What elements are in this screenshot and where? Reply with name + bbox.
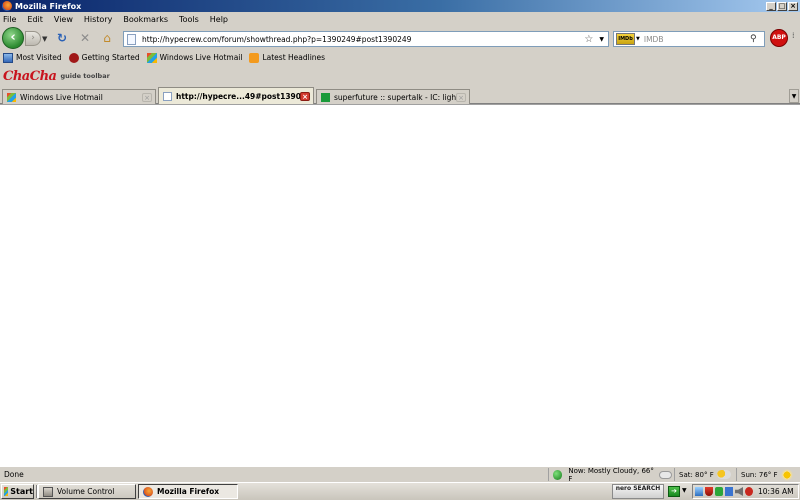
- bookmark-label: Getting Started: [81, 53, 140, 62]
- firefox-icon: [143, 486, 153, 497]
- network-icon[interactable]: [695, 487, 703, 496]
- globe-icon: [553, 469, 563, 480]
- search-input[interactable]: IMDB: [644, 35, 750, 44]
- bookmark-latest-headlines[interactable]: Latest Headlines: [249, 52, 326, 63]
- bookmark-windows-live-hotmail[interactable]: Windows Live Hotmail: [146, 52, 243, 63]
- page-icon: [163, 91, 172, 101]
- windows-taskbar: Start Volume Control Mozilla Firefox ner…: [0, 482, 800, 500]
- search-box[interactable]: IMDb ▼ IMDB ⚲: [613, 31, 765, 47]
- tab-close-icon[interactable]: ×: [142, 92, 152, 102]
- reload-icon[interactable]: ↻: [55, 32, 69, 45]
- url-text[interactable]: http://hypecrew.com/forum/showthread.php…: [142, 35, 584, 44]
- weather-now-text: Now: Mostly Cloudy, 66° F: [568, 466, 654, 483]
- chacha-subtitle: guide toolbar: [60, 72, 110, 80]
- menu-bar: File Edit View History Bookmarks Tools H…: [0, 12, 800, 26]
- home-icon[interactable]: ⌂: [100, 32, 114, 45]
- task-label: Volume Control: [57, 487, 115, 496]
- volume-control-icon: [43, 486, 53, 497]
- status-text: Done: [4, 470, 24, 479]
- bookmark-label: Most Visited: [16, 53, 62, 62]
- list-all-tabs-icon[interactable]: ▼: [789, 89, 799, 103]
- start-button[interactable]: Start: [1, 484, 34, 499]
- nero-search-box[interactable]: nero SEARCH: [612, 484, 664, 499]
- navigation-toolbar: ‹ › ▼ ↻ ✕ ⌂ http://hypecrew.com/forum/sh…: [0, 26, 800, 50]
- update-icon[interactable]: [715, 487, 723, 496]
- chacha-toolbar: ChaCha guide toolbar: [0, 65, 800, 87]
- volume-icon[interactable]: [735, 487, 743, 496]
- windows-live-icon: [146, 52, 157, 63]
- rss-feed-icon: [249, 52, 260, 63]
- weather-sat-text: Sat: 80° F: [679, 470, 714, 479]
- menu-edit[interactable]: Edit: [27, 15, 43, 24]
- bookmark-label: Latest Headlines: [262, 53, 326, 62]
- go-arrow-icon[interactable]: ➔: [668, 486, 680, 497]
- tab-label: Windows Live Hotmail: [20, 92, 103, 102]
- bookmarks-toolbar: Most Visited Getting Started Windows Liv…: [0, 50, 800, 65]
- menu-history[interactable]: History: [84, 15, 112, 24]
- superfuture-icon: [321, 92, 330, 102]
- window-title: Mozilla Firefox: [15, 1, 82, 11]
- cloud-icon: [658, 470, 672, 479]
- search-engine-icon[interactable]: IMDb: [616, 33, 635, 45]
- window-controls: _ □ ×: [766, 1, 798, 11]
- menu-file[interactable]: File: [3, 15, 16, 24]
- sunny-icon: [780, 468, 793, 481]
- weather-saturday[interactable]: Sat: 80° F: [674, 468, 734, 481]
- weather-sun-text: Sun: 76° F: [741, 470, 778, 479]
- windows-live-icon: [7, 92, 16, 102]
- chacha-logo[interactable]: ChaCha: [3, 69, 57, 84]
- status-bar: Done Now: Mostly Cloudy, 66° F Sat: 80° …: [0, 466, 800, 483]
- menu-bookmarks[interactable]: Bookmarks: [123, 15, 168, 24]
- history-dropdown-icon[interactable]: ▼: [42, 35, 47, 43]
- getting-started-icon: [68, 52, 79, 63]
- page-content[interactable]: [0, 104, 800, 466]
- bookmark-label: Windows Live Hotmail: [159, 53, 243, 62]
- tab-label: http://hypecre...49#post1390249: [176, 91, 300, 101]
- security-shield-icon[interactable]: [705, 487, 713, 496]
- tab-close-icon[interactable]: ×: [300, 91, 310, 101]
- system-tray: 10:36 AM: [692, 484, 799, 499]
- antivirus-icon[interactable]: [745, 487, 753, 496]
- bookmark-getting-started[interactable]: Getting Started: [68, 52, 140, 63]
- toolbar-grip-icon: ⁞: [792, 31, 795, 40]
- window-titlebar: Mozilla Firefox _ □ ×: [0, 0, 800, 12]
- task-mozilla-firefox[interactable]: Mozilla Firefox: [138, 484, 238, 499]
- tab-windows-live-hotmail[interactable]: Windows Live Hotmail ×: [2, 89, 156, 104]
- forward-button[interactable]: ›: [25, 31, 41, 46]
- page-icon: [127, 33, 136, 45]
- menu-view[interactable]: View: [54, 15, 73, 24]
- menu-tools[interactable]: Tools: [179, 15, 199, 24]
- weather-now[interactable]: Now: Mostly Cloudy, 66° F: [548, 466, 672, 483]
- nero-dropdown-icon[interactable]: ▼: [682, 487, 687, 494]
- most-visited-icon: [3, 52, 13, 63]
- firefox-icon: [2, 1, 12, 11]
- search-icon[interactable]: ⚲: [750, 34, 762, 44]
- menu-help[interactable]: Help: [210, 15, 228, 24]
- task-volume-control[interactable]: Volume Control: [38, 484, 136, 499]
- system-clock[interactable]: 10:36 AM: [758, 487, 794, 496]
- url-bar[interactable]: http://hypecrew.com/forum/showthread.php…: [123, 31, 609, 47]
- tab-label: superfuture :: supertalk - IC: lightly u…: [334, 92, 456, 102]
- tab-superfuture[interactable]: superfuture :: supertalk - IC: lightly u…: [316, 89, 470, 104]
- tab-hypecrew[interactable]: http://hypecre...49#post1390249 ×: [158, 87, 314, 104]
- engine-dropdown-icon[interactable]: ▼: [636, 36, 640, 42]
- bookmark-most-visited[interactable]: Most Visited: [3, 52, 62, 63]
- close-button[interactable]: ×: [788, 1, 798, 11]
- windows-flag-icon: [4, 487, 9, 496]
- adblock-plus-icon[interactable]: ABP: [770, 29, 788, 47]
- tab-close-icon[interactable]: ×: [456, 92, 466, 102]
- maximize-button[interactable]: □: [777, 1, 787, 11]
- tab-strip: Windows Live Hotmail × http://hypecre...…: [0, 87, 800, 104]
- monitor-icon[interactable]: [725, 487, 733, 496]
- stop-icon[interactable]: ✕: [78, 32, 92, 45]
- back-button[interactable]: ‹: [2, 27, 24, 49]
- start-label: Start: [10, 487, 33, 496]
- minimize-button[interactable]: _: [766, 1, 776, 11]
- bookmark-star-icon[interactable]: ☆: [584, 34, 593, 45]
- weather-sunday[interactable]: Sun: 76° F: [736, 468, 800, 481]
- partly-cloudy-icon: [716, 470, 731, 479]
- url-dropdown-icon[interactable]: ▼: [599, 36, 604, 43]
- task-label: Mozilla Firefox: [157, 487, 220, 496]
